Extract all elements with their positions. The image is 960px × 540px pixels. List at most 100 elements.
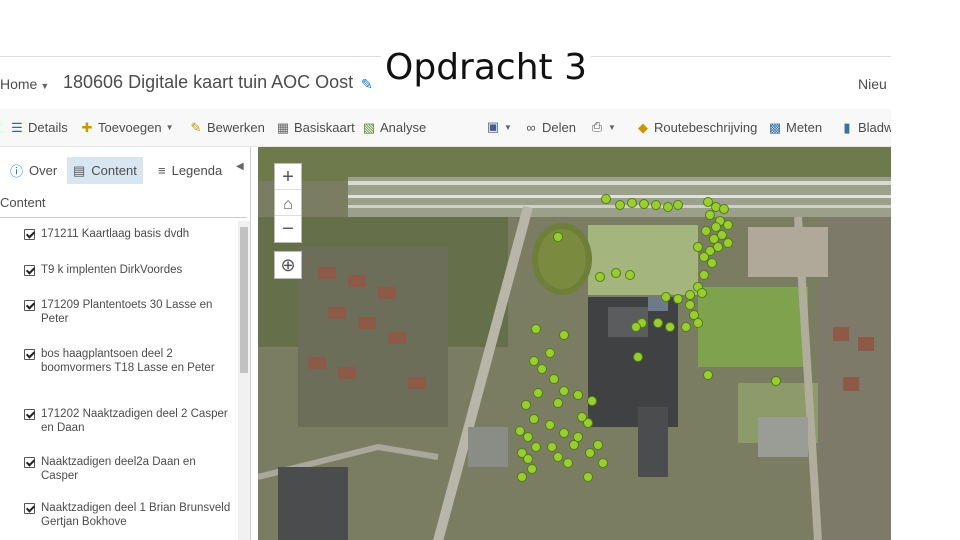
map-marker[interactable] (707, 258, 717, 268)
collapse-panel-icon[interactable]: ◀ (236, 161, 244, 172)
map-view[interactable]: + ⌂ − ⊕ (258, 147, 891, 540)
map-marker[interactable] (587, 396, 597, 406)
map-marker[interactable] (517, 472, 527, 482)
map-marker[interactable] (527, 464, 537, 474)
directions-button[interactable]: ◆ Routebeschrijving (636, 120, 757, 135)
map-marker[interactable] (685, 290, 695, 300)
map-marker[interactable] (663, 202, 673, 212)
share-button[interactable]: ∞ Delen (524, 120, 576, 135)
map-marker[interactable] (523, 432, 533, 442)
map-marker[interactable] (651, 200, 661, 210)
map-marker[interactable] (569, 440, 579, 450)
map-marker[interactable] (559, 330, 569, 340)
map-marker[interactable] (633, 352, 643, 362)
map-marker[interactable] (598, 458, 608, 468)
map-marker[interactable] (701, 226, 711, 236)
map-marker[interactable] (531, 442, 541, 452)
layer-checkbox[interactable] (24, 300, 35, 311)
map-marker[interactable] (639, 199, 649, 209)
map-marker[interactable] (697, 288, 707, 298)
analysis-button[interactable]: ▧ Analyse (362, 120, 426, 135)
map-marker[interactable] (593, 440, 603, 450)
map-marker[interactable] (681, 322, 691, 332)
map-marker[interactable] (553, 398, 563, 408)
home-view-button[interactable]: ⌂ (275, 190, 301, 216)
map-marker[interactable] (553, 232, 563, 242)
layer-checkbox[interactable] (24, 457, 35, 468)
map-marker[interactable] (549, 374, 559, 384)
map-marker[interactable] (531, 324, 541, 334)
map-marker[interactable] (515, 426, 525, 436)
map-marker[interactable] (601, 194, 611, 204)
save-button[interactable]: ▣ ▼ (486, 120, 512, 134)
map-marker[interactable] (533, 388, 543, 398)
zoom-out-button[interactable]: − (275, 216, 301, 242)
layer-checkbox[interactable] (24, 265, 35, 276)
layer-item[interactable]: T9 k implenten DirkVoordes (24, 263, 234, 277)
map-marker[interactable] (583, 472, 593, 482)
map-marker[interactable] (703, 370, 713, 380)
map-marker[interactable] (673, 200, 683, 210)
map-marker[interactable] (693, 242, 703, 252)
map-marker[interactable] (723, 220, 733, 230)
new-map-link[interactable]: Nieu (858, 76, 887, 92)
map-marker[interactable] (673, 294, 683, 304)
home-menu[interactable]: Home ▼ (0, 76, 49, 92)
add-button[interactable]: ✚ Toevoegen ▼ (80, 120, 174, 135)
map-marker[interactable] (537, 364, 547, 374)
map-marker[interactable] (653, 318, 663, 328)
map-marker[interactable] (719, 204, 729, 214)
layer-item[interactable]: Naaktzadigen deel 1 Brian Brunsveld Gert… (24, 501, 234, 529)
map-marker[interactable] (615, 200, 625, 210)
map-marker[interactable] (521, 400, 531, 410)
layer-item[interactable]: bos haagplantsoen deel 2 boomvormers T18… (24, 347, 234, 375)
details-button[interactable]: ☰ Details (10, 120, 68, 135)
map-marker[interactable] (523, 454, 533, 464)
map-marker[interactable] (529, 356, 539, 366)
map-marker[interactable] (595, 272, 605, 282)
map-marker[interactable] (559, 386, 569, 396)
layer-checkbox[interactable] (24, 409, 35, 420)
map-marker[interactable] (771, 376, 781, 386)
map-marker[interactable] (547, 442, 557, 452)
map-marker[interactable] (545, 420, 555, 430)
print-button[interactable]: ⎙ ▼ (590, 120, 616, 134)
map-marker[interactable] (631, 322, 641, 332)
map-marker[interactable] (577, 412, 587, 422)
locate-button[interactable]: ⊕ (274, 251, 302, 279)
layer-item[interactable]: 171202 Naaktzadigen deel 2 Casper en Daa… (24, 407, 234, 435)
tab-about[interactable]: ⓘ Over (4, 157, 63, 184)
map-marker[interactable] (573, 390, 583, 400)
tab-content[interactable]: ▤ Content (67, 157, 143, 184)
map-marker[interactable] (723, 238, 733, 248)
tab-legend[interactable]: ≡ Legenda (152, 157, 228, 184)
map-marker[interactable] (699, 252, 709, 262)
map-marker[interactable] (585, 448, 595, 458)
map-marker[interactable] (685, 300, 695, 310)
layer-checkbox[interactable] (24, 229, 35, 240)
map-marker[interactable] (529, 414, 539, 424)
map-marker[interactable] (553, 452, 563, 462)
map-marker[interactable] (661, 292, 671, 302)
bookmarks-button[interactable]: ▮ Bladw (840, 120, 891, 135)
edit-title-icon[interactable]: ✎ (361, 76, 373, 93)
zoom-in-button[interactable]: + (275, 164, 301, 190)
layer-checkbox[interactable] (24, 349, 35, 360)
layer-list-scrollbar[interactable] (238, 221, 250, 540)
map-marker[interactable] (611, 268, 621, 278)
map-marker[interactable] (699, 270, 709, 280)
edit-button[interactable]: ✎ Bewerken (189, 120, 265, 135)
map-marker[interactable] (705, 210, 715, 220)
basemap-button[interactable]: ▦ Basiskaart (276, 120, 355, 135)
map-marker[interactable] (711, 222, 721, 232)
map-marker[interactable] (625, 270, 635, 280)
scrollbar-thumb[interactable] (240, 227, 248, 373)
map-marker[interactable] (665, 322, 675, 332)
layer-item[interactable]: 171211 Kaartlaag basis dvdh (24, 227, 234, 241)
map-marker[interactable] (545, 348, 555, 358)
map-marker[interactable] (559, 428, 569, 438)
layer-item[interactable]: 171209 Plantentoets 30 Lasse en Peter (24, 298, 234, 326)
measure-button[interactable]: ▩ Meten (768, 120, 822, 135)
map-marker[interactable] (627, 198, 637, 208)
map-marker[interactable] (703, 197, 713, 207)
